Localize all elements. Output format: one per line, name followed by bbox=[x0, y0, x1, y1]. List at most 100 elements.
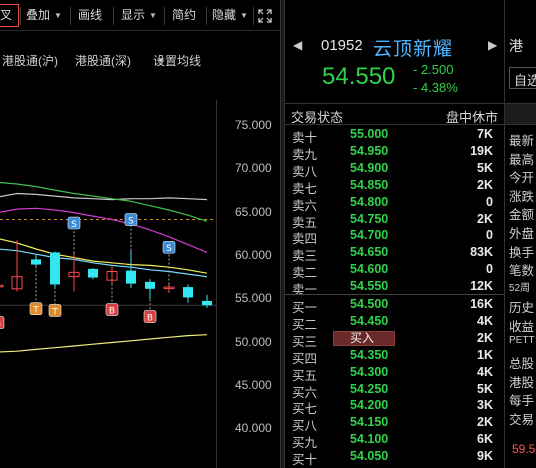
trade-marker-label: B bbox=[147, 314, 153, 324]
detail-item-label: 港股 bbox=[509, 375, 535, 390]
candle-body bbox=[126, 270, 136, 284]
moving-average-line bbox=[0, 207, 208, 253]
chevron-down-icon: ▼ bbox=[149, 11, 157, 20]
buy-level-volume: 2K bbox=[477, 330, 493, 345]
price-tick-label: 45.000 bbox=[235, 377, 272, 392]
sell-level-row[interactable]: 卖十 55.000 7K bbox=[285, 126, 504, 145]
sell-level-volume: 7K bbox=[477, 127, 493, 141]
buy-level-volume: 1K bbox=[477, 347, 493, 362]
buy-level-row[interactable]: 买八 54.150 2K bbox=[285, 414, 504, 433]
candle-body bbox=[88, 268, 98, 278]
trading-status-value: 盘中休市 bbox=[445, 110, 498, 125]
buy-level-price: 54.300 bbox=[350, 364, 389, 379]
sell-level-price: 54.650 bbox=[350, 245, 389, 260]
sell-level-row[interactable]: 卖二 54.600 0 bbox=[285, 261, 504, 280]
candle-body bbox=[145, 281, 155, 289]
sell-level-row[interactable]: 卖六 54.800 0 bbox=[285, 194, 504, 213]
moving-average-line bbox=[0, 334, 208, 353]
sell-level-row[interactable]: 卖三 54.650 83K bbox=[285, 244, 504, 263]
trading-status-label: 交易状态 bbox=[291, 110, 344, 125]
fullscreen-icon[interactable] bbox=[258, 9, 272, 23]
buy-level-row[interactable]: 买七 54.200 3K bbox=[285, 397, 504, 416]
sell-level-price: 54.950 bbox=[350, 143, 389, 158]
sell-level-price: 55.000 bbox=[350, 127, 389, 141]
buy-level-volume: 5K bbox=[477, 381, 493, 396]
detail-header bbox=[505, 103, 536, 125]
sell-level-price: 54.800 bbox=[350, 194, 389, 209]
buy-level-label: 买十 bbox=[292, 453, 318, 468]
buy-level-volume: 9K bbox=[477, 449, 493, 464]
chevron-down-icon: ▼ bbox=[54, 11, 62, 20]
detail-item-label: 外盘 bbox=[509, 227, 535, 241]
buy-level-row[interactable]: 买九 54.100 6K bbox=[285, 431, 504, 450]
sell-level-row[interactable]: 卖九 54.950 19K bbox=[285, 143, 504, 162]
price-tick-label: 65.000 bbox=[235, 204, 272, 219]
hk-connect-sz-toggle[interactable]: 港股通(深) bbox=[75, 52, 131, 69]
period-selector-button[interactable]: 叉 bbox=[0, 4, 19, 27]
buy-level-price: 54.100 bbox=[350, 432, 389, 447]
next-stock-arrow-icon[interactable]: ▶ bbox=[488, 38, 497, 52]
moving-average-line bbox=[0, 181, 208, 222]
sell-level-row[interactable]: 卖四 54.700 0 bbox=[285, 227, 504, 246]
candle-body bbox=[0, 284, 4, 288]
draw-line-button[interactable]: 画线 bbox=[78, 0, 102, 31]
buy-level-price: 54.050 bbox=[350, 449, 389, 464]
buy-level-row[interactable]: 买二 54.450 4K bbox=[285, 313, 504, 332]
chart-sub-toolbar: 港股通(沪) 港股通(深) 设置均线 ▼ bbox=[0, 52, 220, 72]
buy-level-row[interactable]: 买五 54.300 4K bbox=[285, 364, 504, 383]
sell-level-price: 54.900 bbox=[350, 160, 389, 175]
buy-level-row[interactable]: 买十 54.050 9K bbox=[285, 448, 504, 468]
candle-body bbox=[50, 252, 60, 285]
hk-market-tab[interactable]: 港 bbox=[509, 36, 533, 60]
buy-level-row[interactable]: 买六 54.250 5K bbox=[285, 381, 504, 400]
detail-item-label: 收益 bbox=[509, 320, 535, 334]
buy-level-price: 54.250 bbox=[350, 381, 389, 396]
chart-toolbar: 叉 叠加 ▼ 画线 显示 ▼ 简约 隐藏 ▼ bbox=[0, 0, 280, 31]
buy-level-row[interactable]: 买一 54.500 16K bbox=[285, 296, 504, 315]
moving-average-line bbox=[0, 192, 208, 201]
detail-item-label: 总股 bbox=[509, 357, 535, 372]
buy-tooltip[interactable]: 买入 bbox=[333, 331, 395, 346]
sell-level-row[interactable]: 卖八 54.900 5K bbox=[285, 160, 504, 179]
sell-level-price: 54.850 bbox=[350, 177, 389, 192]
toolbar-divider bbox=[253, 7, 254, 25]
moving-average-line bbox=[0, 238, 208, 274]
overlay-button[interactable]: 叠加 ▼ bbox=[26, 0, 62, 31]
overlay-label: 叠加 bbox=[26, 8, 51, 22]
toolbar-divider bbox=[20, 7, 21, 25]
trade-marker-label: B bbox=[109, 307, 115, 317]
trade-marker-label: S bbox=[71, 220, 77, 230]
watchlist-tab[interactable]: 自选 bbox=[509, 67, 536, 89]
toolbar-divider bbox=[164, 7, 165, 25]
trade-marker-label: B bbox=[0, 320, 1, 330]
simple-mode-button[interactable]: 简约 bbox=[172, 0, 196, 31]
buy-level-price: 54.500 bbox=[350, 297, 389, 311]
sell-level-row[interactable]: 卖五 54.750 2K bbox=[285, 211, 504, 230]
sell-level-price: 54.700 bbox=[350, 228, 389, 243]
previous-stock-arrow-icon[interactable]: ◀ bbox=[293, 38, 302, 52]
price-tick-label: 40.000 bbox=[235, 421, 272, 436]
buy-level-volume: 3K bbox=[477, 398, 493, 413]
buy-level-volume: 4K bbox=[477, 313, 493, 328]
sell-level-price: 54.750 bbox=[350, 211, 389, 226]
trade-marker-label: T bbox=[51, 307, 58, 317]
hide-button[interactable]: 隐藏 ▼ bbox=[212, 0, 248, 31]
detail-item-label: 52周 bbox=[509, 282, 531, 294]
display-button[interactable]: 显示 ▼ bbox=[121, 0, 157, 31]
kline-chart-panel: 叉 叠加 ▼ 画线 显示 ▼ 简约 隐藏 ▼ 港股通(沪) 港股通(深) 设置均线 ▼ bbox=[0, 0, 280, 468]
stock-name[interactable]: 云顶新耀 bbox=[373, 34, 453, 61]
chevron-down-icon: ▼ bbox=[240, 11, 248, 20]
buy-level-row[interactable]: 买四 54.350 1K bbox=[285, 347, 504, 366]
hk-connect-sh-toggle[interactable]: 港股通(沪) bbox=[2, 52, 58, 69]
kline-plot-area[interactable]: B T T S B S B S bbox=[0, 100, 216, 468]
trade-marker-label: T bbox=[32, 306, 39, 316]
buy-level-volume: 2K bbox=[477, 415, 493, 430]
detail-item-label: 每手 bbox=[509, 394, 535, 409]
detail-bottom-price: 59.5 bbox=[512, 442, 536, 456]
sell-level-row[interactable]: 卖七 54.850 2K bbox=[285, 177, 504, 196]
ma-settings-button[interactable]: 设置均线 ▼ bbox=[153, 52, 201, 68]
detail-item-label: 最新 bbox=[509, 134, 535, 148]
candle-body bbox=[202, 300, 212, 306]
price-tick-label: 55.000 bbox=[235, 291, 272, 306]
sell-level-row[interactable]: 卖一 54.550 12K bbox=[285, 278, 504, 297]
